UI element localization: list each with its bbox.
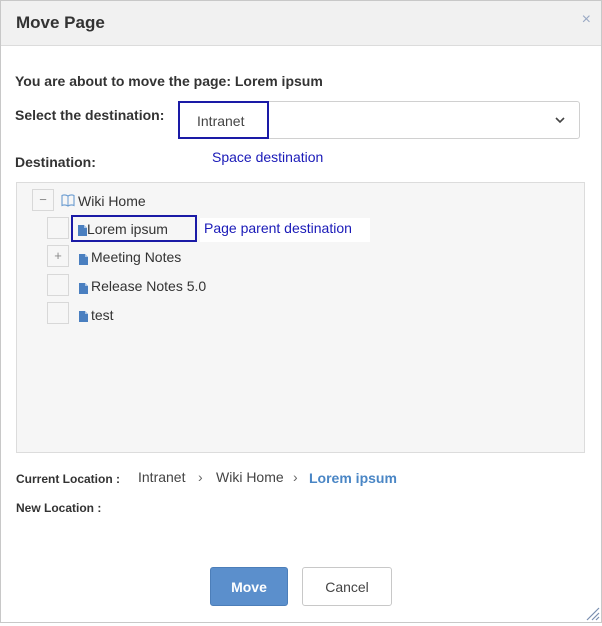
space-destination-annotation: Space destination: [212, 149, 324, 165]
breadcrumb-separator: ›: [198, 469, 203, 485]
tree-node-toggle: [47, 274, 69, 296]
destination-label: Destination:: [15, 154, 96, 170]
space-select-value: Intranet: [197, 113, 245, 129]
collapse-toggle[interactable]: −: [32, 189, 54, 211]
move-info-text: You are about to move the page: Lorem ip…: [15, 73, 323, 89]
tree-node-wiki-home[interactable]: Wiki Home: [78, 193, 146, 209]
tree-node-meeting-notes[interactable]: Meeting Notes: [91, 249, 181, 265]
new-location-label: New Location :: [16, 501, 102, 515]
expand-toggle[interactable]: +: [47, 245, 69, 267]
chevron-down-icon[interactable]: [553, 113, 567, 132]
cancel-button[interactable]: Cancel: [302, 567, 392, 606]
breadcrumb-separator: ›: [293, 469, 298, 485]
tree-node-release-notes[interactable]: Release Notes 5.0: [91, 278, 206, 294]
tree-node-toggle: [47, 302, 69, 324]
current-location-label: Current Location :: [16, 472, 120, 486]
selected-node-highlight: [71, 215, 197, 242]
breadcrumb-item[interactable]: Intranet: [138, 469, 185, 485]
page-icon: [79, 309, 88, 327]
breadcrumb-current: Lorem ipsum: [309, 470, 397, 486]
move-button[interactable]: Move: [210, 567, 288, 606]
select-destination-label: Select the destination:: [15, 107, 165, 123]
tree-node-toggle: [47, 217, 69, 239]
page-parent-annotation: Page parent destination: [200, 218, 370, 242]
dialog-header: Move Page ×: [1, 1, 601, 46]
page-icon: [79, 281, 88, 299]
book-icon: [61, 194, 75, 212]
tree-node-test[interactable]: test: [91, 307, 114, 323]
close-icon[interactable]: ×: [582, 11, 591, 29]
page-icon: [79, 252, 88, 270]
dialog-title: Move Page: [16, 13, 105, 32]
breadcrumb-item[interactable]: Wiki Home: [216, 469, 284, 485]
